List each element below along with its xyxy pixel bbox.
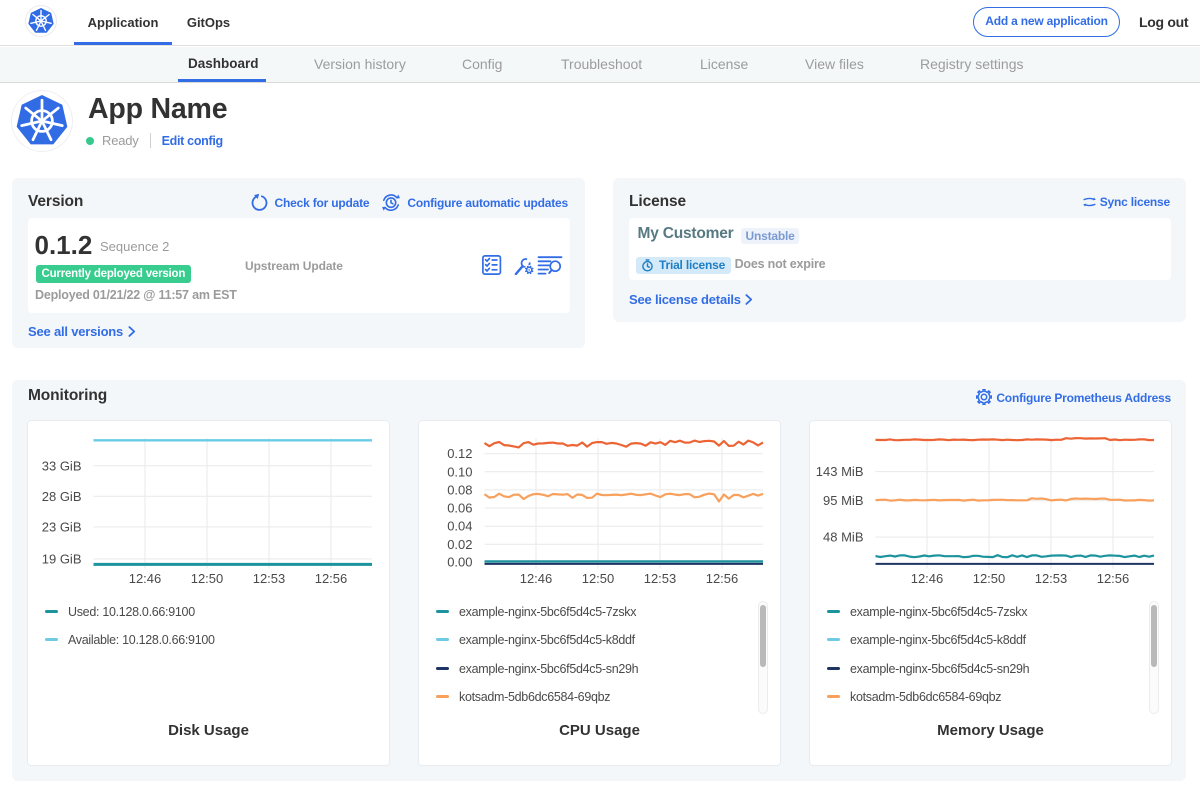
svg-text:0.02: 0.02 [447, 537, 472, 552]
svg-text:12:56: 12:56 [315, 571, 348, 586]
svg-text:95 MiB: 95 MiB [823, 493, 863, 508]
svg-text:143 MiB: 143 MiB [816, 464, 864, 479]
svg-text:0.12: 0.12 [447, 446, 472, 461]
svg-text:12:46: 12:46 [911, 571, 944, 586]
svg-text:12:53: 12:53 [1035, 571, 1068, 586]
svg-text:19 GiB: 19 GiB [42, 551, 82, 566]
svg-text:48 MiB: 48 MiB [823, 530, 863, 545]
svg-text:12:46: 12:46 [129, 571, 162, 586]
svg-text:12:56: 12:56 [706, 571, 739, 586]
svg-text:12:53: 12:53 [253, 571, 286, 586]
svg-text:12:46: 12:46 [520, 571, 553, 586]
svg-text:12:50: 12:50 [973, 571, 1006, 586]
svg-text:28 GiB: 28 GiB [42, 489, 82, 504]
svg-text:0.04: 0.04 [447, 519, 472, 534]
svg-text:0.10: 0.10 [447, 464, 472, 479]
svg-text:33 GiB: 33 GiB [42, 458, 82, 473]
svg-text:12:50: 12:50 [582, 571, 615, 586]
svg-text:23 GiB: 23 GiB [42, 519, 82, 534]
svg-text:0.08: 0.08 [447, 482, 472, 497]
svg-text:0.00: 0.00 [447, 555, 472, 570]
svg-text:12:53: 12:53 [644, 571, 677, 586]
svg-text:0.06: 0.06 [447, 501, 472, 516]
svg-text:12:56: 12:56 [1097, 571, 1130, 586]
svg-text:12:50: 12:50 [191, 571, 224, 586]
